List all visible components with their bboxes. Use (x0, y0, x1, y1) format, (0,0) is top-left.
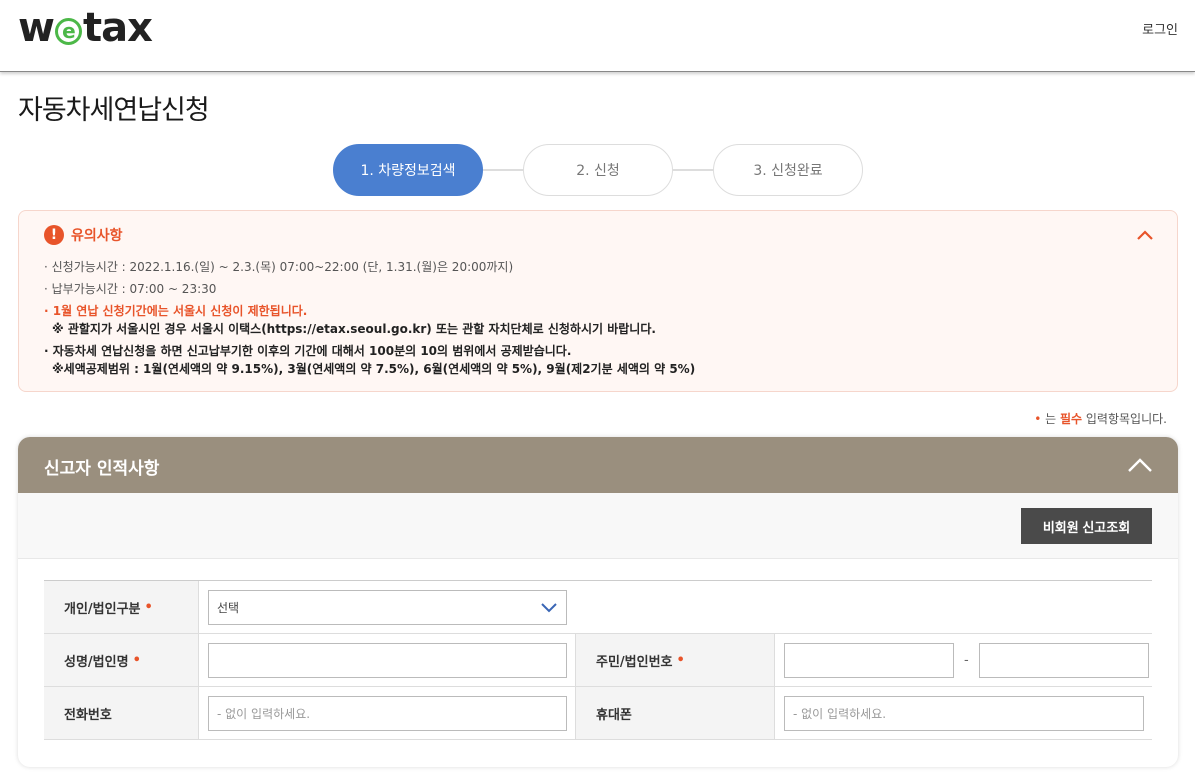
nonmember-lookup-button[interactable]: 비회원 신고조회 (1021, 508, 1152, 544)
step-1: 1. 차량정보검색 (333, 144, 483, 196)
chevron-up-icon[interactable] (1135, 225, 1155, 245)
name-input[interactable] (208, 642, 567, 678)
notice-list: · 신청가능시간 : 2022.1.16.(일) ~ 2.3.(목) 07:00… (44, 258, 695, 382)
deduction-subline: ※세액공제범위 : 1월(연세액의 약 9.15%), 3월(연세액의 약 7.… (52, 362, 696, 376)
logo-e-icon: e (54, 17, 82, 45)
notice-box: ! 유의사항 · 신청가능시간 : 2022.1.16.(일) ~ 2.3.(목… (18, 210, 1178, 392)
type-select[interactable]: 선택 (208, 589, 567, 625)
step-connector (483, 169, 523, 171)
required-mark: • (144, 599, 153, 615)
id-cell: - (774, 634, 1152, 686)
type-select-value: 선택 (217, 600, 240, 615)
chevron-up-icon[interactable] (1127, 452, 1153, 478)
logo-text-right: tax (82, 5, 153, 51)
type-label-text: 개인/법인구분 (64, 601, 141, 617)
form-row: 개인/법인구분 • 선택 (44, 581, 1152, 634)
required-word: 필수 (1059, 412, 1083, 426)
wetax-logo[interactable]: w e tax (18, 5, 153, 51)
notice-item: · 신청가능시간 : 2022.1.16.(일) ~ 2.3.(목) 07:00… (44, 260, 514, 274)
required-note: • 는 필수 입력항목입니다. (1034, 410, 1167, 427)
phone-input[interactable]: - 없이 입력하세요. (208, 695, 567, 731)
phone-label-text: 전화번호 (64, 707, 112, 723)
id-dash: - (964, 652, 969, 668)
name-label-text: 성명/법인명 (64, 654, 129, 670)
name-cell (198, 634, 575, 686)
applicant-panel: 신고자 인적사항 비회원 신고조회 개인/법인구분 • 선택 성명/법인명 • … (18, 437, 1178, 767)
notice-item: · 납부가능시간 : 07:00 ~ 23:30 (44, 282, 217, 296)
phone-cell: - 없이 입력하세요. (198, 687, 575, 739)
id-label: 주민/법인번호 • (575, 634, 774, 686)
mobile-label-text: 휴대폰 (596, 707, 632, 723)
warning-line: · 1월 연납 신청기간에는 서울시 신청이 제한됩니다. (44, 304, 308, 318)
id-back-input[interactable] (978, 642, 1149, 678)
required-mark: • (676, 652, 685, 668)
mobile-input[interactable]: - 없이 입력하세요. (784, 695, 1144, 731)
step-2: 2. 신청 (523, 144, 673, 196)
phone-label: 전화번호 (44, 687, 198, 739)
name-label: 성명/법인명 • (44, 634, 198, 686)
type-label: 개인/법인구분 • (44, 581, 198, 633)
applicant-form: 개인/법인구분 • 선택 성명/법인명 • 주민/법인번호 • - 전화번호 -… (44, 580, 1152, 740)
step-connector (673, 169, 713, 171)
required-mark: • (132, 652, 141, 668)
phone-placeholder: - 없이 입력하세요. (217, 706, 311, 721)
required-prefix: 는 (1045, 412, 1060, 426)
notice-title: 유의사항 (71, 228, 123, 244)
logo-text-left: w (18, 5, 55, 51)
mobile-label: 휴대폰 (575, 687, 774, 739)
form-row: 전화번호 - 없이 입력하세요. 휴대폰 - 없이 입력하세요. (44, 687, 1152, 740)
type-cell: 선택 (198, 581, 567, 633)
required-suffix: 입력항목입니다. (1082, 412, 1167, 426)
site-header: w e tax 로그인 (0, 0, 1195, 72)
notice-deduction: · 자동차세 연납신청을 하면 신고납부기한 이후의 기간에 대해서 100분의… (44, 342, 695, 378)
chevron-down-icon (541, 603, 557, 613)
form-row: 성명/법인명 • 주민/법인번호 • - (44, 634, 1152, 687)
exclamation-icon: ! (44, 225, 64, 245)
deduction-line: · 자동차세 연납신청을 하면 신고납부기한 이후의 기간에 대해서 100분의… (44, 344, 572, 358)
required-dot: • (1034, 412, 1042, 426)
id-front-input[interactable] (784, 642, 954, 678)
page-title: 자동차세연납신청 (18, 95, 210, 126)
mobile-placeholder: - 없이 입력하세요. (793, 706, 887, 721)
panel-toolbar: 비회원 신고조회 (18, 493, 1178, 559)
login-link[interactable]: 로그인 (1142, 19, 1178, 38)
panel-header: 신고자 인적사항 (18, 437, 1178, 493)
mobile-cell: - 없이 입력하세요. (774, 687, 1152, 739)
step-3: 3. 신청완료 (713, 144, 863, 196)
notice-header: ! 유의사항 (44, 225, 123, 245)
id-label-text: 주민/법인번호 (596, 654, 673, 670)
step-indicator: 1. 차량정보검색 2. 신청 3. 신청완료 (333, 144, 863, 196)
panel-title: 신고자 인적사항 (44, 459, 160, 479)
notice-warning: · 1월 연납 신청기간에는 서울시 신청이 제한됩니다. ※ 관할지가 서울시… (44, 302, 695, 338)
warning-subline: ※ 관할지가 서울시인 경우 서울시 이택스(https://etax.seou… (52, 322, 656, 336)
